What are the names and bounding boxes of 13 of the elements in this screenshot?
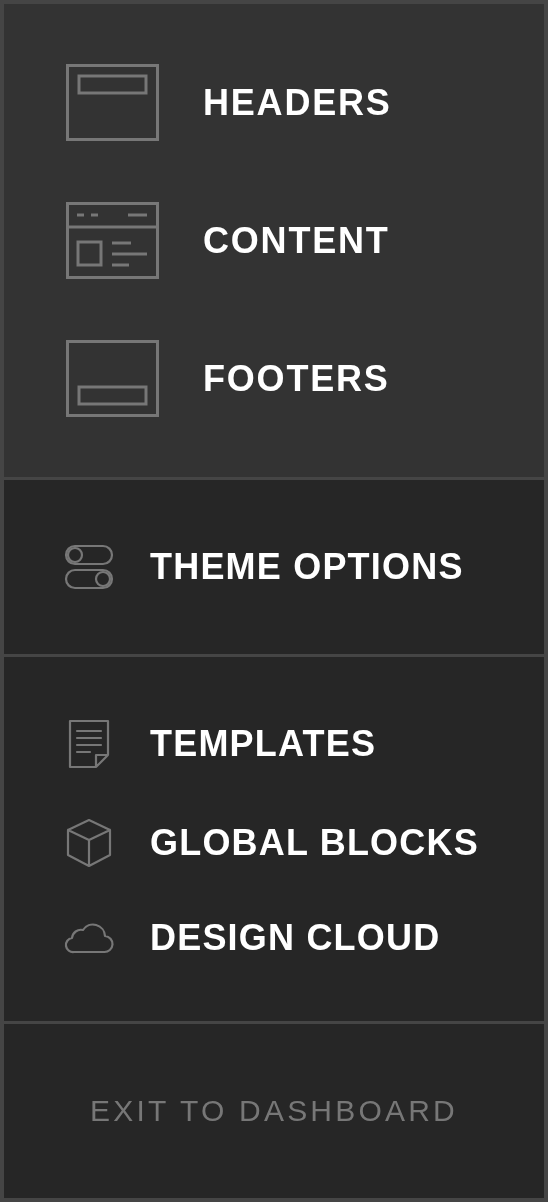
- menu-item[interactable]: TEMPLATES: [150, 723, 377, 765]
- header-layout-icon: [66, 64, 159, 141]
- footer-layout-icon: [66, 340, 159, 417]
- menu-item[interactable]: HEADERS: [203, 81, 392, 124]
- cloud-icon: [64, 921, 114, 955]
- toggle-switches-icon: [64, 543, 114, 591]
- menu-item[interactable]: CONTENT: [203, 219, 390, 262]
- menu-item[interactable]: FOOTERS: [203, 357, 390, 400]
- menu-item[interactable]: DESIGN CLOUD: [150, 917, 441, 959]
- menu-item[interactable]: THEME OPTIONS: [150, 546, 464, 588]
- menu-item[interactable]: GLOBAL BLOCKS: [150, 822, 479, 864]
- content-layout-icon: [66, 202, 159, 279]
- cube-icon: [64, 818, 114, 868]
